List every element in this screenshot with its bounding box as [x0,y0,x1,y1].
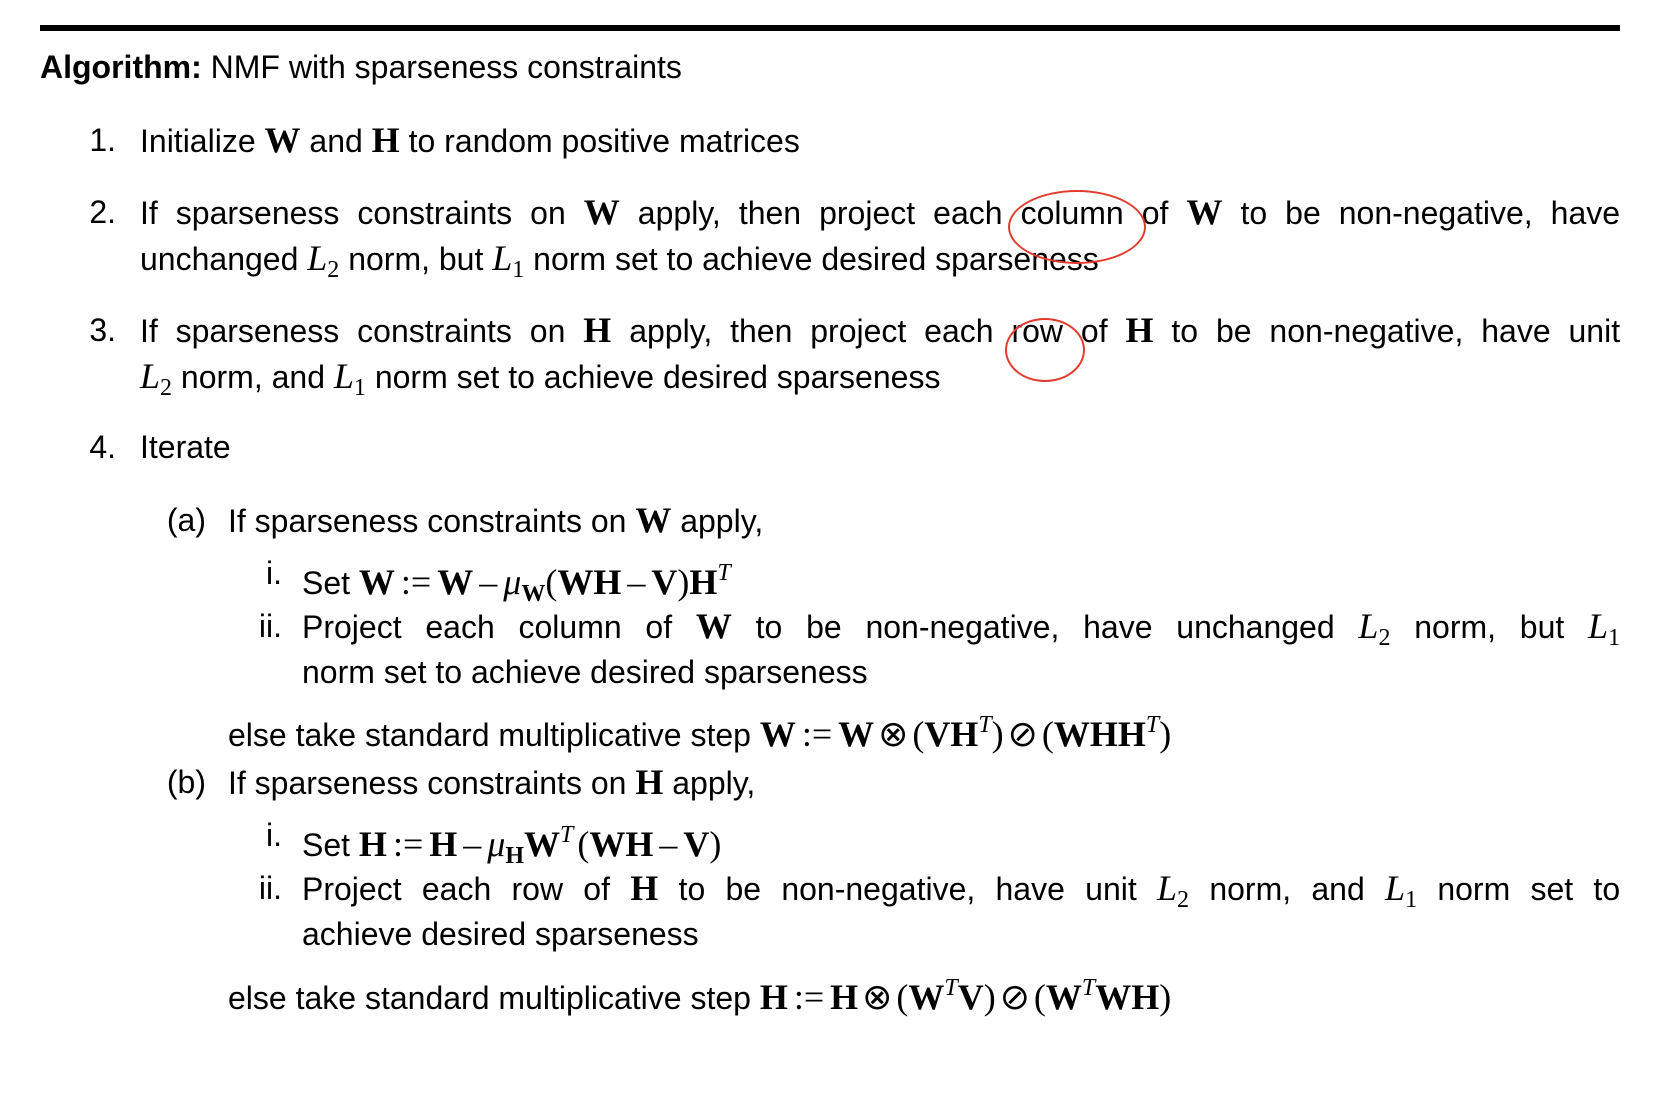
substep-a-i-label: i. [266,555,282,591]
matrix-w: W [264,120,301,160]
matrix-h: H [371,120,400,160]
substep-b-ii-line-1: Project each row of H to be non-negative… [302,868,1621,913]
algorithm-title: NMF with sparseness constraints [210,49,682,85]
step-4-number: 4. [89,429,116,465]
substep-a-else: else take standard multiplicative step W… [228,712,1172,754]
step-4-text: Iterate [140,429,231,465]
step-3-number: 3. [89,312,116,348]
substep-b-label: (b) [166,764,206,800]
substep-a-ii-line-1: Project each column of W to be non-negat… [302,606,1621,651]
top-rule [40,25,1620,31]
step-2-line-2: unchanged L2 norm, but L1 norm set to ac… [140,238,1099,283]
step-2-number: 2. [89,194,116,230]
step-3-line-2: L2 norm, and L1 norm set to achieve desi… [140,356,941,401]
substep-b-i-label: i. [266,817,282,853]
substep-a-i-formula: Set W:= W – μW(WH – V)HT [302,560,731,607]
substep-a-ii-line-2: norm set to achieve desired sparseness [302,654,868,690]
substep-b-i-formula: Set H:= H – μHWT (WH – V) [302,822,722,869]
step-1-number: 1. [89,122,116,158]
red-circle-annotation-column [1008,190,1146,264]
substep-a-label: (a) [166,502,206,538]
step-3-line-1: If sparseness constraints on H apply, th… [140,310,1621,350]
algorithm-heading: Algorithm: NMF with sparseness constrain… [40,47,682,87]
red-circle-annotation-row [1005,318,1085,382]
substep-b-condition: If sparseness constraints on H apply, [228,762,756,802]
step-2-line-1: If sparseness constraints on W apply, th… [140,192,1621,232]
substep-a-ii-label: ii. [258,608,282,644]
substep-b-ii-line-2: achieve desired sparseness [302,916,699,952]
step-1-text: Initialize W and H to random positive ma… [140,120,800,160]
substep-b-ii-label: ii. [258,870,282,906]
algorithm-label: Algorithm: [40,49,202,85]
substep-a-condition: If sparseness constraints on W apply, [228,500,764,540]
substep-b-else: else take standard multiplicative step H… [228,975,1172,1017]
